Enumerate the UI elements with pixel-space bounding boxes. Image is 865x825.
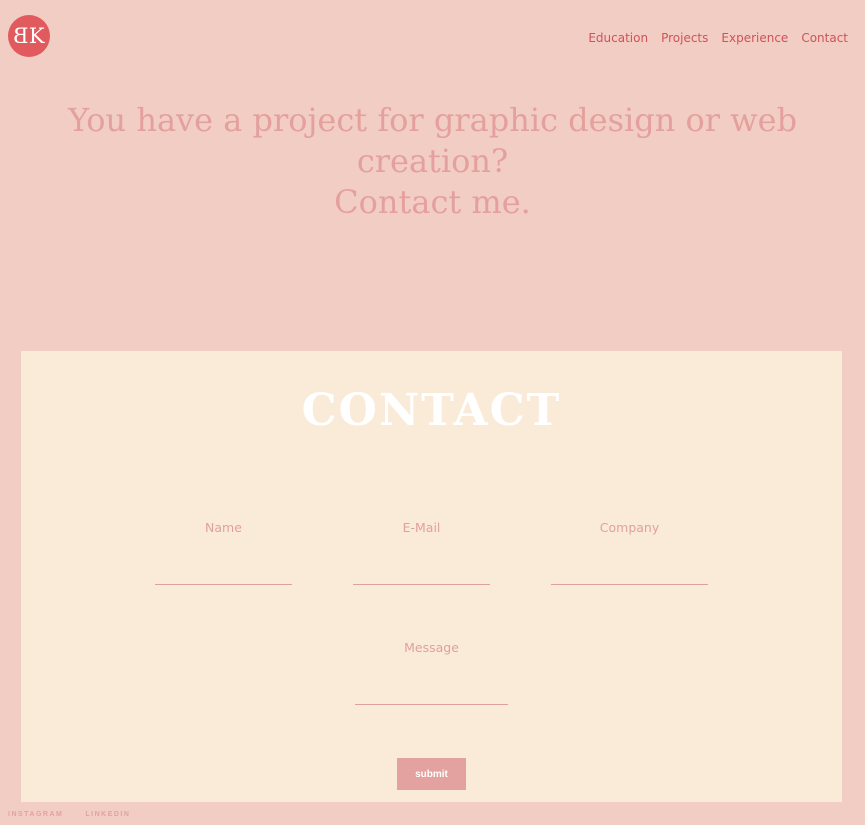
- name-input[interactable]: [155, 567, 292, 585]
- email-input[interactable]: [353, 567, 490, 585]
- hero-line-1: You have a project for graphic design or…: [67, 101, 798, 139]
- contact-card: CONTACT Name E-Mail Company Message subm…: [21, 351, 842, 802]
- company-label: Company: [599, 520, 660, 535]
- message-field-group: Message: [355, 640, 508, 705]
- message-label: Message: [404, 640, 459, 655]
- logo-monogram: BK: [16, 24, 45, 48]
- company-input[interactable]: [551, 567, 708, 585]
- hero-line-3: Contact me.: [334, 183, 531, 221]
- email-label: E-Mail: [402, 520, 441, 535]
- hero-heading: You have a project for graphic design or…: [0, 100, 865, 223]
- email-field-group: E-Mail: [353, 520, 490, 585]
- instagram-link[interactable]: INSTAGRAM: [8, 811, 63, 818]
- nav-item-experience[interactable]: Experience: [721, 31, 788, 45]
- contact-title: CONTACT: [301, 385, 562, 436]
- nav-item-projects[interactable]: Projects: [661, 31, 708, 45]
- logo-letter-k: K: [28, 24, 45, 48]
- message-input[interactable]: [355, 687, 508, 705]
- linkedin-link[interactable]: LINKEDIN: [85, 811, 130, 818]
- logo[interactable]: BK: [8, 15, 50, 57]
- nav-item-education[interactable]: Education: [588, 31, 648, 45]
- submit-button[interactable]: submit: [397, 758, 466, 790]
- name-label: Name: [205, 520, 242, 535]
- logo-letter-b: B: [16, 24, 29, 48]
- nav-item-contact[interactable]: Contact: [801, 31, 848, 45]
- name-field-group: Name: [155, 520, 292, 585]
- company-field-group: Company: [551, 520, 708, 585]
- social-links: INSTAGRAM LINKEDIN: [8, 811, 130, 818]
- main-nav: Education Projects Experience Contact: [588, 31, 848, 45]
- hero-line-2: creation?: [356, 142, 509, 180]
